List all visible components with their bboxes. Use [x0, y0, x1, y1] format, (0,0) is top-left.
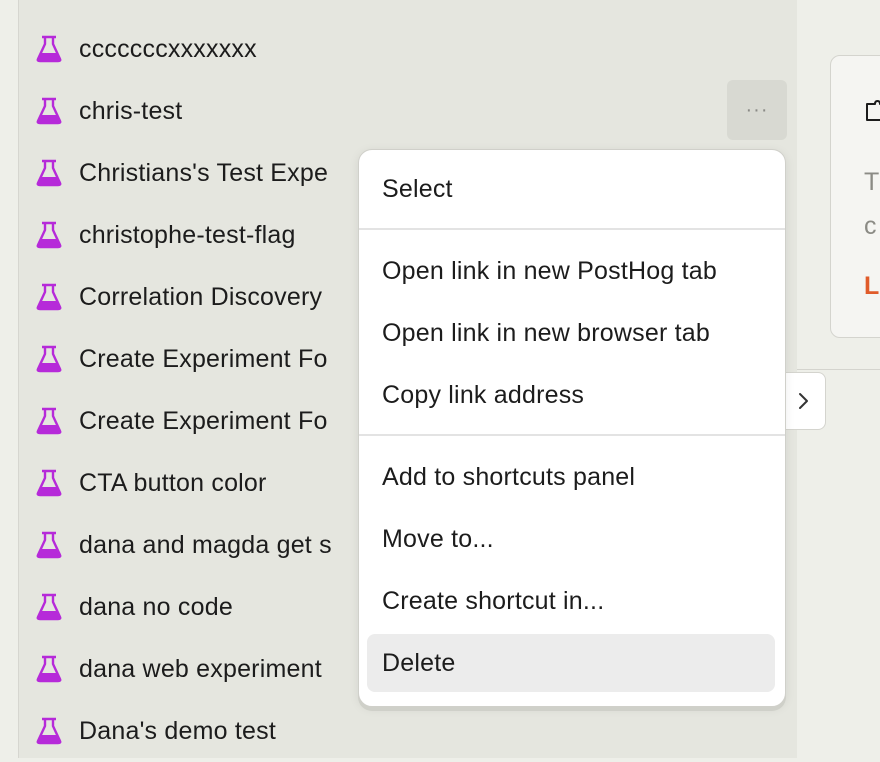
list-item[interactable]: chris-test [19, 80, 797, 142]
flask-icon [36, 159, 62, 187]
flask-icon [36, 221, 62, 249]
menu-item-copy-link[interactable]: Copy link address [367, 366, 775, 424]
menu-item-create-shortcut[interactable]: Create shortcut in... [367, 572, 775, 630]
menu-item-delete[interactable]: Delete [367, 634, 775, 692]
card-text-line: c [864, 212, 877, 240]
card-link[interactable]: L [864, 272, 879, 301]
flask-icon [36, 283, 62, 311]
chevron-right-icon [799, 393, 808, 409]
menu-item-open-posthog-tab[interactable]: Open link in new PostHog tab [367, 242, 775, 300]
flask-icon [36, 407, 62, 435]
menu-separator [359, 228, 785, 230]
list-item-label: CTA button color [79, 469, 267, 497]
flask-icon [36, 345, 62, 373]
menu-item-open-browser-tab[interactable]: Open link in new browser tab [367, 304, 775, 362]
flask-icon [36, 593, 62, 621]
list-item-label: christophe-test-flag [79, 221, 296, 249]
ellipsis-icon: ··· [745, 98, 769, 121]
flask-icon [36, 469, 62, 497]
flask-icon [36, 655, 62, 683]
list-item-label: dana and magda get s [79, 531, 332, 559]
list-item-label: dana web experiment [79, 655, 322, 683]
puzzle-icon [866, 100, 880, 121]
expand-panel-button[interactable] [780, 372, 826, 430]
flask-icon [36, 531, 62, 559]
info-card: T c L [830, 55, 880, 338]
list-item-label: Create Experiment Fo [79, 345, 328, 373]
divider [797, 369, 880, 370]
more-options-button[interactable]: ··· [727, 80, 787, 140]
list-item-label: Christians's Test Expe [79, 159, 329, 187]
list-item[interactable]: Dana's demo test [19, 700, 797, 762]
menu-item-add-shortcut[interactable]: Add to shortcuts panel [367, 448, 775, 506]
context-menu: Select Open link in new PostHog tab Open… [358, 149, 786, 707]
menu-separator [359, 434, 785, 436]
list-item-label: dana no code [79, 593, 233, 621]
menu-item-select[interactable]: Select [367, 160, 775, 218]
card-text-line: T [864, 168, 880, 196]
list-item-label: Create Experiment Fo [79, 407, 328, 435]
list-item-label: Dana's demo test [79, 717, 276, 745]
list-item[interactable]: cccccccxxxxxxx [19, 18, 797, 80]
flask-icon [36, 717, 62, 745]
list-item-label: Correlation Discovery [79, 283, 323, 311]
flask-icon [36, 35, 62, 63]
list-item-label: cccccccxxxxxxx [79, 35, 257, 63]
flask-icon [36, 97, 62, 125]
list-item-label: chris-test [79, 97, 183, 125]
menu-item-move-to[interactable]: Move to... [367, 510, 775, 568]
